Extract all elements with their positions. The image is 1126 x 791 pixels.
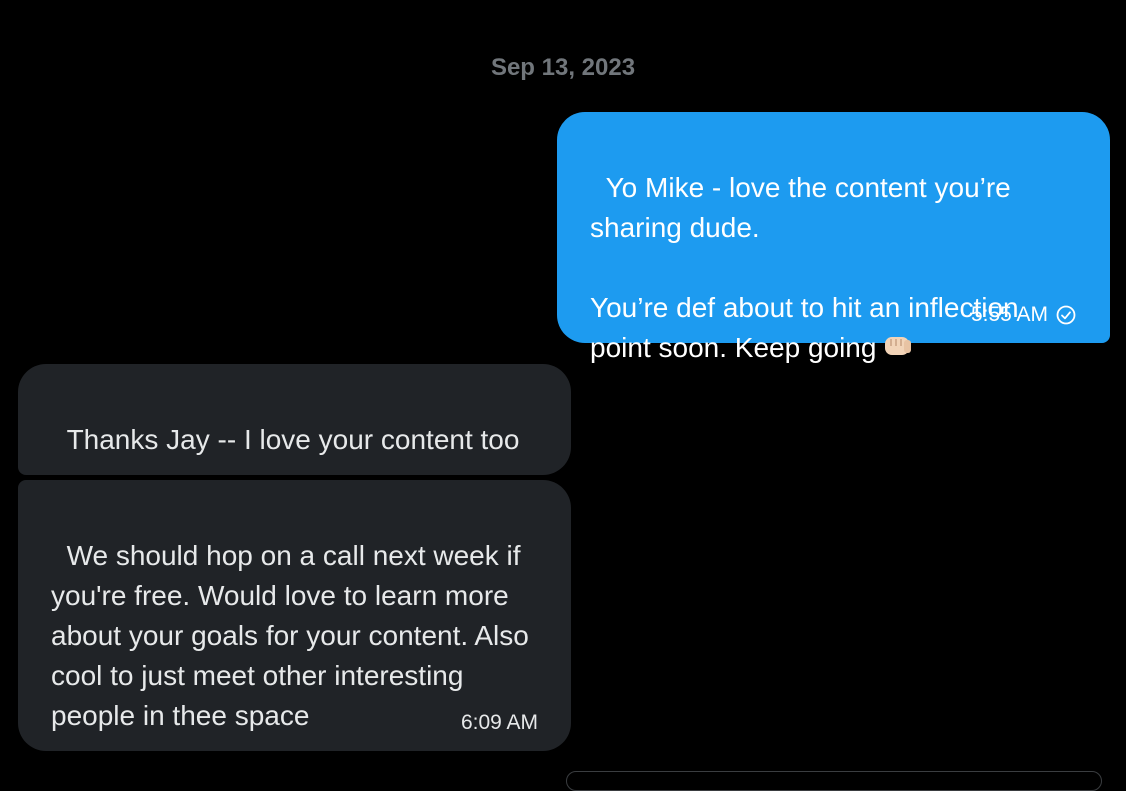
message-text: Thanks Jay -- I love your content too bbox=[66, 424, 520, 455]
message-text: Yo Mike - love the content you’re sharin… bbox=[590, 172, 1019, 363]
message-composer[interactable] bbox=[566, 771, 1102, 791]
check-circle-icon bbox=[1056, 305, 1076, 325]
sent-message-bubble[interactable]: Yo Mike - love the content you’re sharin… bbox=[557, 112, 1110, 363]
received-message-bubble[interactable]: Thanks Jay -- I love your content too bbox=[18, 364, 571, 475]
fist-bump-icon bbox=[885, 336, 912, 355]
date-separator: Sep 13, 2023 bbox=[490, 54, 636, 81]
received-message-bubble[interactable]: We should hop on a call next week if you… bbox=[18, 480, 571, 751]
message-text: We should hop on a call next week if you… bbox=[51, 540, 537, 731]
message-timestamp: 6:09 AM bbox=[460, 711, 538, 734]
message-timestamp: 5:55 AM bbox=[970, 303, 1048, 326]
